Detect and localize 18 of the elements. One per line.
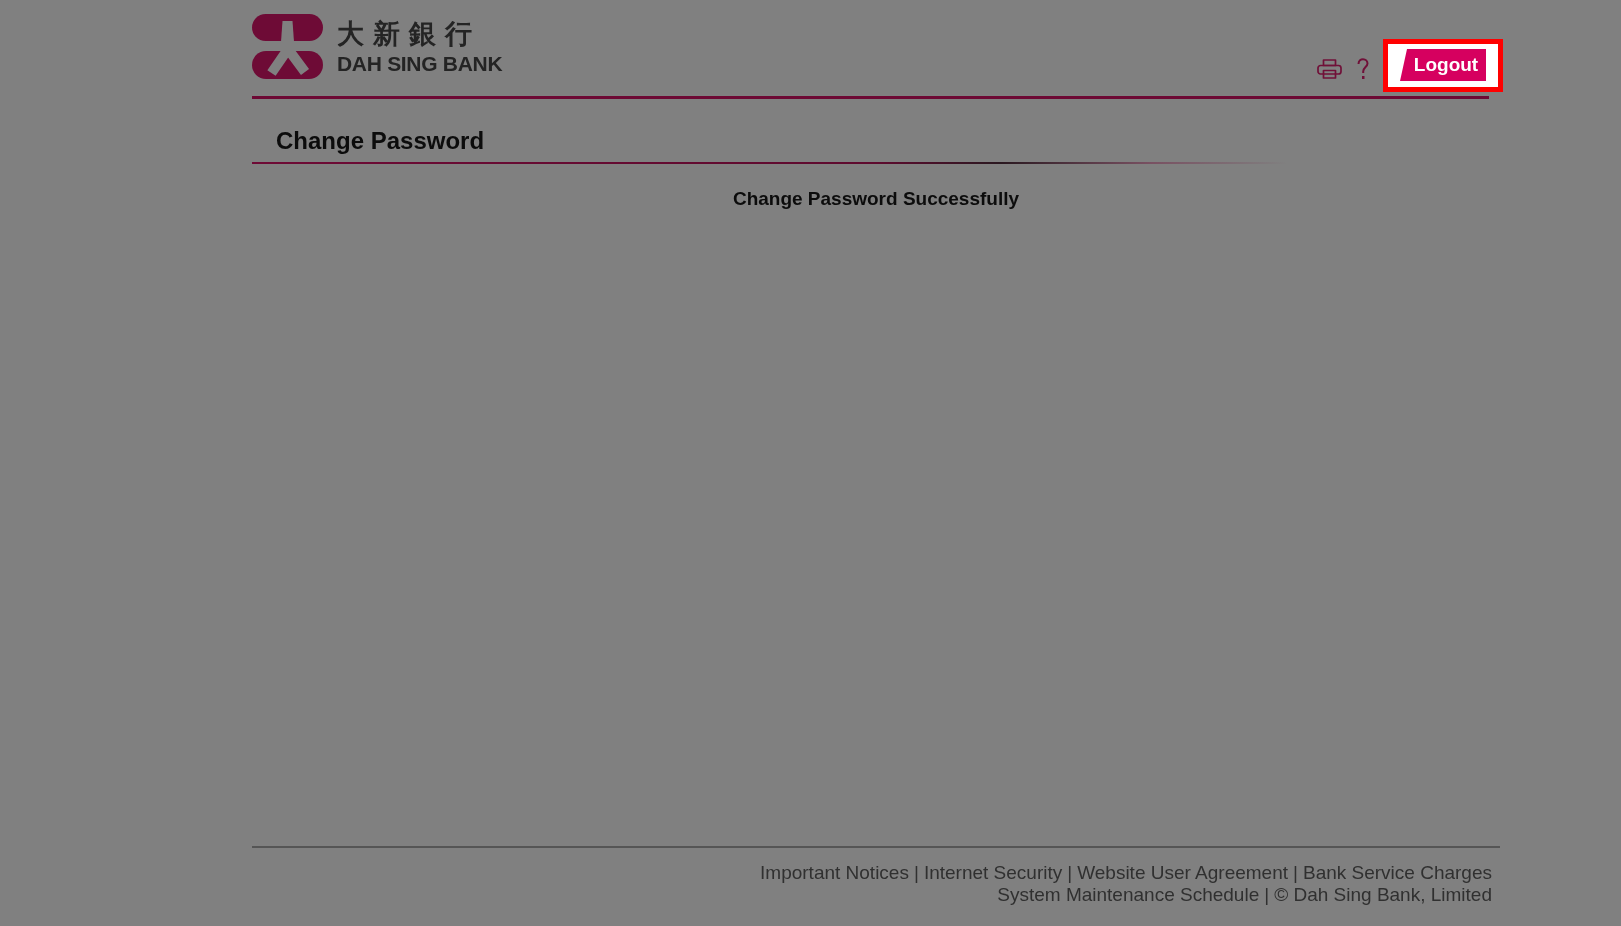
footer-link[interactable]: Website User Agreement xyxy=(1077,862,1288,884)
separator-text: | xyxy=(912,862,920,884)
footer-link[interactable]: Important Notices xyxy=(760,862,909,884)
separator-text: | xyxy=(1292,862,1299,884)
footer-link[interactable]: Bank Service Charges xyxy=(1302,862,1492,884)
logo-english-text: DAH SING BANK xyxy=(337,52,503,76)
help-icon[interactable] xyxy=(1357,57,1369,80)
footer-link[interactable]: System Maintenance Schedule xyxy=(997,884,1260,906)
page-title: Change Password xyxy=(276,127,485,154)
logout-button[interactable]: Logout xyxy=(1400,49,1486,81)
footer-link[interactable]: Internet Security xyxy=(923,862,1063,884)
logo-icon xyxy=(252,14,323,79)
separator-text: | xyxy=(1066,862,1074,884)
logo-chinese-text: 大新銀行 xyxy=(337,18,482,50)
separator-text: | xyxy=(1263,884,1271,906)
status-message: Change Password Successfully xyxy=(732,188,1020,210)
copyright-text: © Dah Sing Bank, Limited xyxy=(1274,884,1492,906)
printer-icon[interactable] xyxy=(1317,58,1342,79)
